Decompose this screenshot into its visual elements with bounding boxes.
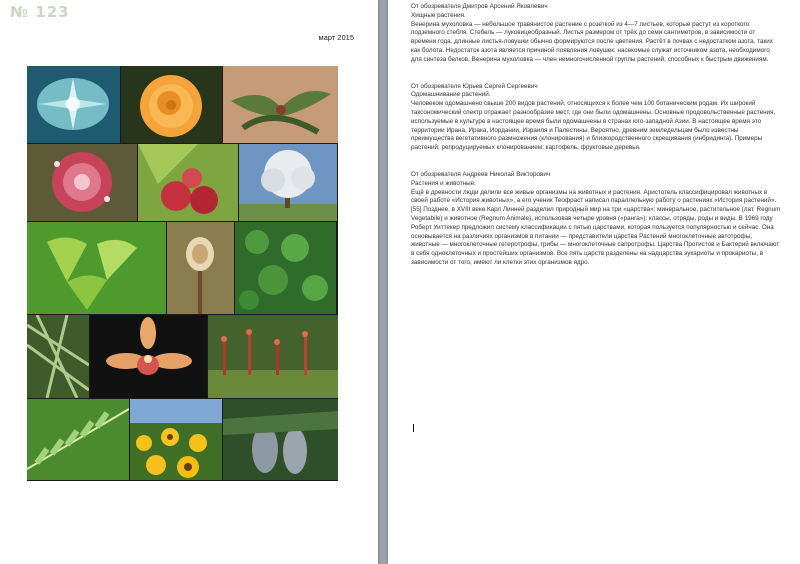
red-sprouts-photo	[208, 315, 338, 398]
sunflowers-photo	[130, 399, 222, 480]
article-text[interactable]: От обозревателя Дмитров Арсений Яковлеви…	[411, 0, 781, 268]
welwitschia-photo	[223, 66, 338, 143]
diatom-plant-photo	[27, 66, 120, 143]
issue-date: март 2015	[318, 33, 354, 42]
fern-fiddlehead-photo	[167, 222, 234, 314]
article-section: От обозревателя Юрьев Сергей Сергеевич О…	[411, 83, 781, 153]
section-author: От обозревателя Андреев Николай Викторов…	[411, 170, 551, 178]
orchid-photo	[90, 315, 207, 398]
document-page-2: От обозревателя Дмитров Арсений Яковлеви…	[388, 0, 800, 564]
issue-number: № 123	[10, 3, 70, 21]
section-title: Одомашнивание растений.	[411, 91, 491, 99]
section-author: От обозревателя Дмитров Арсений Яковлеви…	[411, 3, 548, 10]
blossoming-tree-photo	[239, 144, 337, 221]
section-title: Растения и животные.	[411, 179, 476, 187]
section-body: Венерина мухоловка — небольшое травянист…	[411, 20, 773, 63]
clover-groundcover-photo	[235, 222, 336, 314]
section-title: Хищные растения.	[411, 11, 466, 19]
section-body: Ещё в древности люди делили все живые ор…	[411, 188, 781, 266]
article-section: От обозревателя Дмитров Арсений Яковлеви…	[411, 3, 781, 65]
palm-fronds-photo	[27, 315, 89, 398]
section-body: Человеком одомашнено свыше 200 видов рас…	[411, 100, 776, 152]
sundew-photo	[27, 144, 137, 221]
plant-photo-collage	[27, 66, 338, 481]
document-page-1: № 123 март 2015	[0, 0, 378, 564]
fern-leaves-photo	[27, 399, 129, 480]
ginkgo-leaves-photo	[27, 222, 166, 314]
fir-cones-photo	[223, 399, 338, 480]
article-section: От обозревателя Андреев Николай Викторов…	[411, 171, 781, 268]
raspberry-photo	[138, 144, 238, 221]
orange-rose-photo	[121, 66, 222, 143]
text-cursor	[413, 424, 414, 432]
